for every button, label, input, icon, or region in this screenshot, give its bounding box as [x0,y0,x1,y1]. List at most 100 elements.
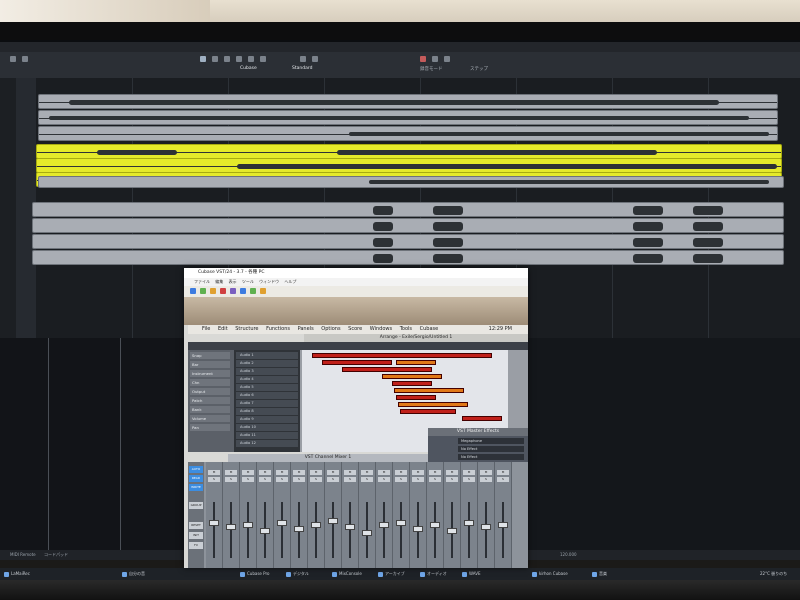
channel-fader[interactable] [447,528,457,534]
part[interactable] [394,388,464,393]
track-row[interactable]: Audio 1 [236,352,298,359]
solo-button[interactable]: S [259,477,271,482]
channel-fader[interactable] [277,520,287,526]
inspector-row[interactable]: Chn [190,379,230,386]
audio-clip[interactable] [32,250,784,265]
next-icon[interactable] [250,288,256,294]
audio-clip[interactable] [32,202,784,217]
solo-button[interactable]: S [327,477,339,482]
mixer-group-button[interactable]: GROUP [189,502,203,509]
solo-button[interactable]: S [480,477,492,482]
mute-button[interactable]: M [242,470,254,475]
rotate-icon[interactable] [260,288,266,294]
mute-button[interactable]: M [378,470,390,475]
channel-fader[interactable] [243,522,253,528]
solo-button[interactable]: S [225,477,237,482]
close-icon[interactable] [220,288,226,294]
mute-button[interactable]: M [259,470,271,475]
mute-button[interactable]: M [225,470,237,475]
toolbar-record-mode[interactable]: 録音モード [420,66,443,72]
midi-remote-label[interactable]: MIDI Remote [10,550,36,560]
solo-button[interactable]: S [361,477,373,482]
solo-button[interactable]: S [344,477,356,482]
channel-fader[interactable] [362,530,372,536]
solo-button[interactable]: S [276,477,288,482]
mute-button[interactable]: M [310,470,322,475]
taskbar-item[interactable]: デジタル [284,569,330,579]
part[interactable] [400,409,456,414]
mute-button[interactable]: M [208,470,220,475]
channel-fader[interactable] [260,528,270,534]
track-row[interactable]: Audio 2 [236,360,298,367]
record-icon[interactable] [420,56,426,62]
mute-button[interactable]: M [429,470,441,475]
snap-icon[interactable] [300,56,306,62]
mute-button[interactable]: M [480,470,492,475]
part[interactable] [382,374,442,379]
solo-button[interactable]: S [412,477,424,482]
part[interactable] [462,416,502,421]
mute-button[interactable]: M [497,470,509,475]
part[interactable] [312,353,492,358]
mute-button[interactable]: M [446,470,458,475]
track-row[interactable]: Audio 7 [236,400,298,407]
solo-button[interactable]: S [378,477,390,482]
taskbar-item[interactable]: kirhon Cubase [530,569,586,579]
channel-fader[interactable] [464,520,474,526]
track-row[interactable]: Audio 4 [236,376,298,383]
grid-icon[interactable] [312,56,318,62]
channel-fader[interactable] [413,526,423,532]
solo-button[interactable]: S [208,477,220,482]
inspector-row[interactable]: Patch [190,397,230,404]
part[interactable] [396,395,436,400]
mute-button[interactable]: M [463,470,475,475]
audio-clip-selected[interactable] [36,158,782,173]
select-tool-icon[interactable] [200,56,206,62]
inspector-row[interactable]: Snap [190,352,230,359]
channel-fader[interactable] [294,526,304,532]
menu-item[interactable]: 表示 [229,279,237,284]
track-row[interactable]: Audio 10 [236,424,298,431]
inspector-row[interactable]: Volume [190,415,230,422]
part[interactable] [392,381,432,386]
inspector-row[interactable]: Bar [190,361,230,368]
mute-button[interactable]: M [412,470,424,475]
toolbar-step[interactable]: ステップ [470,66,488,72]
part[interactable] [322,360,392,365]
solo-button[interactable]: S [395,477,407,482]
mac-menu-windows[interactable]: Windows [370,326,392,332]
mac-menu-panels[interactable]: Panels [298,326,314,332]
track-row[interactable]: Audio 6 [236,392,298,399]
solo-button[interactable]: S [293,477,305,482]
inspector-row[interactable]: Pan [190,424,230,431]
glue-tool-icon[interactable] [236,56,242,62]
mac-menu-functions[interactable]: Functions [266,326,290,332]
track-row[interactable]: Audio 5 [236,384,298,391]
track-row[interactable]: Audio 3 [236,368,298,375]
menu-item[interactable]: 編集 [215,279,223,284]
channel-fader[interactable] [311,522,321,528]
audio-clip-selected[interactable] [36,144,782,159]
channel-fader[interactable] [396,520,406,526]
zoom-icon[interactable] [240,288,246,294]
mute-button[interactable]: M [276,470,288,475]
save-icon[interactable] [22,56,28,62]
mixer-fx-button[interactable]: FX [189,542,203,549]
open-icon[interactable] [190,288,196,294]
folder-icon[interactable] [210,288,216,294]
taskbar-item[interactable]: Cubase Pro [238,569,284,579]
fx-slot[interactable]: No Effect [458,446,524,452]
print-icon[interactable] [230,288,236,294]
taskbar-item[interactable]: 自分の音 [120,569,170,579]
taskbar-item[interactable]: アーカイブ [376,569,418,579]
channel-fader[interactable] [328,518,338,524]
play-icon[interactable] [432,56,438,62]
solo-button[interactable]: S [497,477,509,482]
track-row[interactable]: Audio 9 [236,416,298,423]
erase-tool-icon[interactable] [248,56,254,62]
mute-button[interactable]: M [395,470,407,475]
mixer-init-button[interactable]: INIT [189,532,203,539]
channel-fader[interactable] [379,522,389,528]
split-tool-icon[interactable] [224,56,230,62]
mac-menu-edit[interactable]: Edit [218,326,228,332]
